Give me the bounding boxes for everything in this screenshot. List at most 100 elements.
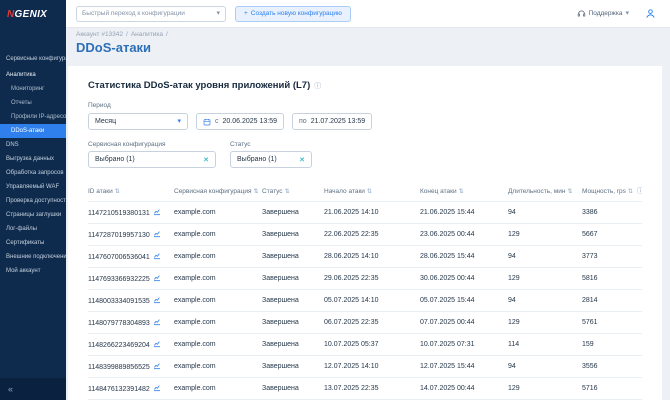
sidebar-nav: Сервисные конфигурации Аналитика Монитор… — [0, 52, 66, 278]
table-body: 1147210519380131 example.com Завершена 2… — [88, 201, 642, 400]
sidebar-item-label: DNS — [6, 142, 19, 148]
cell-power: 5667 — [582, 223, 642, 246]
info-icon[interactable]: ⓘ — [314, 81, 321, 91]
attack-chart-icon[interactable] — [153, 362, 161, 370]
column-header[interactable]: Длительность, мин ⇅ — [508, 181, 582, 202]
clear-filter-icon[interactable]: ✕ — [299, 156, 305, 164]
filter-service-config-value: Выбрано (1) — [95, 156, 135, 163]
brand-logo[interactable]: N GENIX — [0, 0, 66, 28]
attack-chart-icon[interactable] — [153, 318, 161, 326]
user-account-button[interactable] — [645, 8, 656, 19]
column-label: ID атаки — [88, 187, 113, 195]
attack-chart-icon[interactable] — [153, 384, 161, 392]
cell-status: Завершена — [262, 377, 324, 400]
cell-status: Завершена — [262, 289, 324, 312]
sidebar-item-ddos-attacks[interactable]: DDoS-атаки — [0, 124, 66, 138]
attacks-table: ID атаки ⇅ Сервисная конфигурация ⇅ Статус… — [88, 181, 642, 400]
info-icon[interactable]: ⓘ — [637, 188, 642, 195]
quick-nav-select[interactable]: Быстрый переход к конфигурации ▾ — [76, 5, 226, 22]
cell-end: 05.07.2025 15:44 — [420, 289, 508, 312]
sort-icon[interactable]: ⇅ — [367, 189, 372, 195]
attack-chart-icon[interactable] — [153, 340, 161, 348]
attack-chart-icon[interactable] — [153, 274, 161, 282]
sidebar-item-log-files[interactable]: Лог-файлы — [0, 222, 66, 236]
brand-logo-accent: N — [7, 8, 15, 20]
column-header[interactable]: Начало атаки ⇅ — [324, 181, 420, 202]
sidebar-collapse-button[interactable]: « — [0, 378, 66, 400]
cell-start: 10.07.2025 05:37 — [324, 333, 420, 356]
column-header[interactable]: Статус ⇅ — [262, 181, 324, 202]
sidebar-item-ip-profiles[interactable]: Профили IP-адресов — [0, 110, 66, 124]
panel-heading: Статистика DDoS-атак уровня приложений (… — [88, 80, 311, 91]
cell-start: 06.07.2025 22:35 — [324, 311, 420, 334]
cell-end: 28.06.2025 15:44 — [420, 245, 508, 268]
cell-duration: 94 — [508, 201, 582, 224]
cell-start: 21.06.2025 14:10 — [324, 201, 420, 224]
sidebar-item-analytics[interactable]: Аналитика — [0, 68, 66, 82]
column-header[interactable]: ID атаки ⇅ — [88, 181, 174, 202]
sidebar-item-label: Выгрузка данных — [6, 156, 55, 162]
table-row: 1148476132391482 example.com Завершена 1… — [88, 377, 642, 400]
sidebar-item-label: Сертификаты — [6, 240, 45, 246]
sidebar-item-managed-waf[interactable]: Управляемый WAF — [0, 180, 66, 194]
sidebar-item-label: Страницы заглушки — [6, 212, 62, 218]
brand-logo-text: GENIX — [14, 8, 48, 20]
sidebar-item-stub-pages[interactable]: Страницы заглушки — [0, 208, 66, 222]
attack-chart-icon[interactable] — [153, 230, 161, 238]
column-header[interactable]: Сервисная конфигурация ⇅ — [174, 181, 262, 202]
cell-config: example.com — [174, 311, 262, 334]
cell-config: example.com — [174, 355, 262, 378]
sidebar-item-label: Мониторинг — [11, 86, 45, 92]
sidebar-item-data-export[interactable]: Выгрузка данных — [0, 152, 66, 166]
date-to-input[interactable]: по 21.07.2025 13:59 — [292, 113, 373, 130]
cell-config: example.com — [174, 245, 262, 268]
sidebar-item-service-configs[interactable]: Сервисные конфигурации — [0, 52, 66, 66]
sort-icon[interactable]: ⇅ — [628, 189, 633, 195]
content-panel: Статистика DDoS-атак уровня приложений (… — [68, 66, 662, 400]
sidebar-item-certificates[interactable]: Сертификаты — [0, 236, 66, 250]
clear-filter-icon[interactable]: ✕ — [203, 156, 209, 164]
sidebar-item-monitoring[interactable]: Мониторинг — [0, 82, 66, 96]
chevron-down-icon: ▾ — [216, 10, 220, 17]
column-header[interactable]: Мощность, rps⇅ ⓘ — [582, 181, 642, 202]
period-preset-select[interactable]: Месяц ▾ — [88, 113, 188, 130]
sort-icon[interactable]: ⇅ — [254, 189, 259, 195]
sort-icon[interactable]: ⇅ — [567, 189, 572, 195]
cell-status: Завершена — [262, 355, 324, 378]
cell-power: 3556 — [582, 355, 642, 378]
cell-start: 05.07.2025 14:10 — [324, 289, 420, 312]
quick-nav-placeholder: Быстрый переход к конфигурации — [82, 10, 185, 17]
filter-service-config: Сервисная конфигурация Выбрано (1) ✕ — [88, 130, 216, 168]
sidebar-item-my-account[interactable]: Мой аккаунт — [0, 264, 66, 278]
support-menu[interactable]: Поддержка ▾ — [577, 9, 629, 18]
table-row: 1148399889856525 example.com Завершена 1… — [88, 355, 642, 378]
sidebar-item-label: Мой аккаунт — [6, 268, 41, 274]
column-label: Конец атаки — [420, 187, 457, 195]
filter-status-select[interactable]: Выбрано (1) ✕ — [230, 151, 312, 168]
sidebar-item-external-connections[interactable]: Внешние подключения — [0, 250, 66, 264]
create-config-button[interactable]: + Создать новую конфигурацию — [235, 5, 351, 22]
date-from-input[interactable]: с 20.06.2025 13:59 — [196, 113, 284, 130]
sidebar-item-label: Проверка доступности — [6, 198, 66, 204]
attack-id: 1147210519380131 — [88, 210, 150, 217]
sort-icon[interactable]: ⇅ — [285, 189, 290, 195]
date-from-value: 20.06.2025 13:59 — [222, 118, 278, 125]
cell-duration: 129 — [508, 267, 582, 290]
column-label: Сервисная конфигурация — [174, 187, 252, 195]
sort-icon[interactable]: ⇅ — [115, 189, 120, 195]
sidebar-item-availability-check[interactable]: Проверка доступности — [0, 194, 66, 208]
filter-service-config-select[interactable]: Выбрано (1) ✕ — [88, 151, 216, 168]
table-row: 1147210519380131 example.com Завершена 2… — [88, 201, 642, 224]
sidebar-item-dns[interactable]: DNS — [0, 138, 66, 152]
sort-icon[interactable]: ⇅ — [459, 189, 464, 195]
collapse-icon: « — [8, 384, 14, 394]
attack-chart-icon[interactable] — [153, 296, 161, 304]
breadcrumb-section[interactable]: Аналитика — [131, 31, 163, 38]
column-header[interactable]: Конец атаки ⇅ — [420, 181, 508, 202]
cell-power: 3773 — [582, 245, 642, 268]
attack-chart-icon[interactable] — [153, 208, 161, 216]
breadcrumb-account[interactable]: Аккаунт #13342 — [76, 31, 123, 38]
sidebar-item-reports[interactable]: Отчеты — [0, 96, 66, 110]
attack-chart-icon[interactable] — [153, 252, 161, 260]
sidebar-item-request-processing[interactable]: Обработка запросов — [0, 166, 66, 180]
